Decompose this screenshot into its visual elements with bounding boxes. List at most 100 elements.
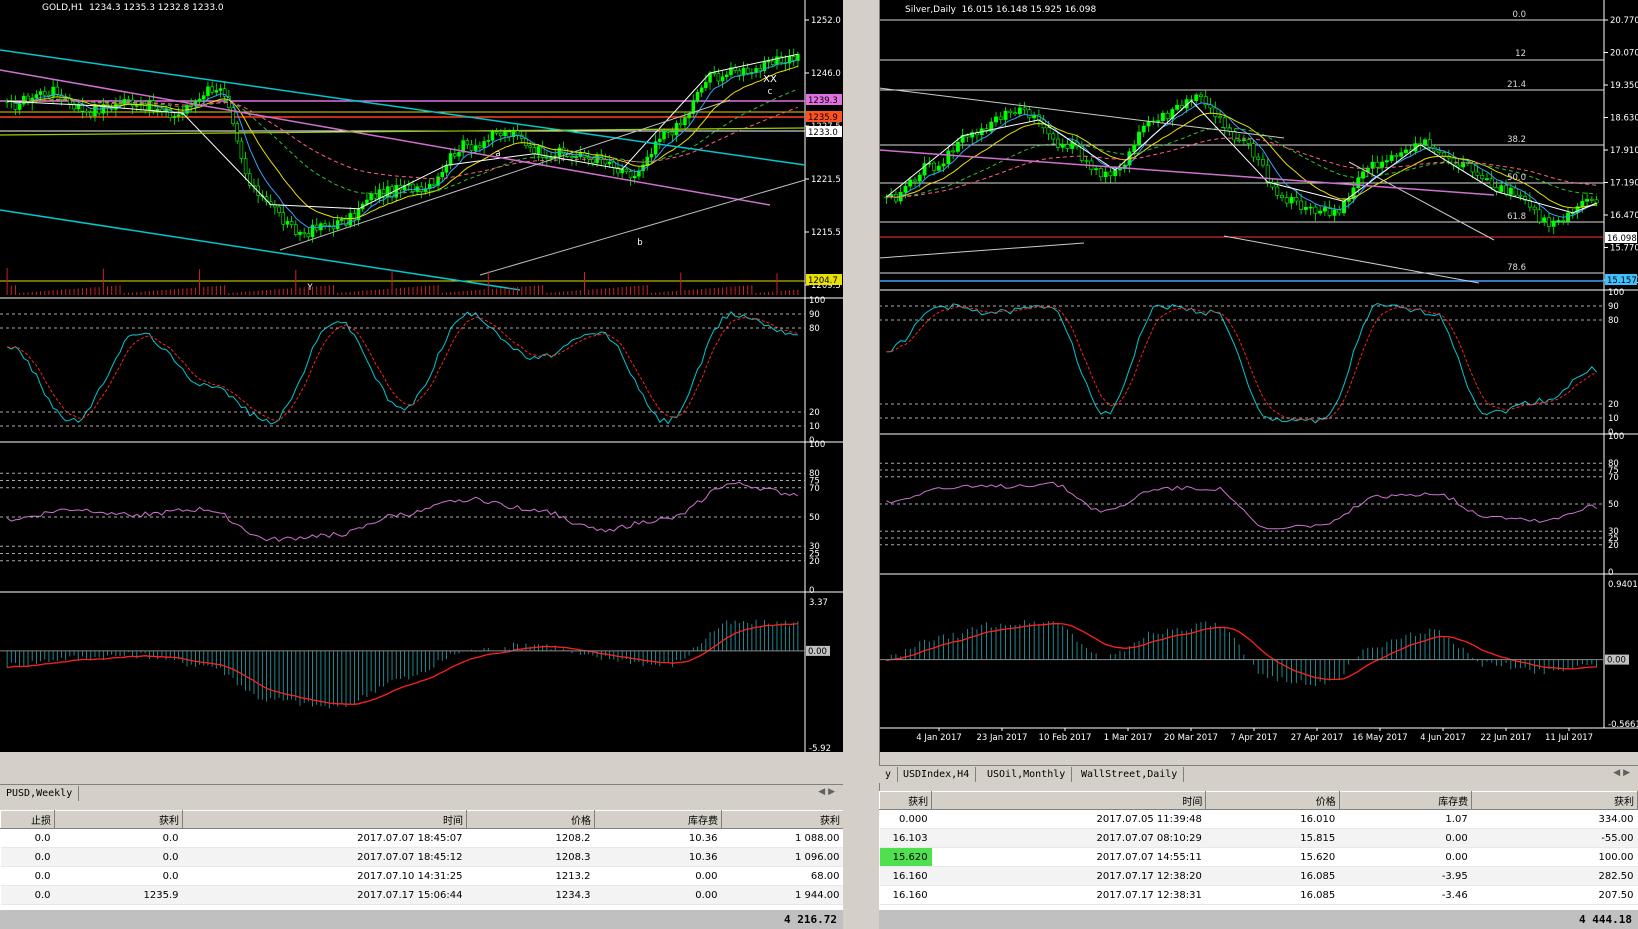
- fib-label: 0.0: [1512, 10, 1526, 20]
- candle: [482, 141, 486, 148]
- candle: [126, 99, 131, 101]
- candle: [1046, 127, 1051, 135]
- candle: [503, 131, 507, 136]
- candle: [1399, 152, 1404, 157]
- col-time[interactable]: 时间: [931, 791, 1207, 810]
- candle: [1237, 139, 1242, 142]
- tab-usdindex-h4[interactable]: USDIndex,H4: [897, 767, 977, 782]
- candle: [1370, 161, 1375, 169]
- tab-pusd-weekly[interactable]: PUSD,Weekly: [0, 786, 80, 801]
- candle: [1532, 206, 1537, 211]
- col-takeprofit[interactable]: 获利: [879, 791, 933, 810]
- price-tick-label: 20.070: [1610, 49, 1638, 59]
- candle: [285, 221, 290, 225]
- trend-line: [1223, 235, 1480, 284]
- candle: [1303, 207, 1308, 210]
- col-takeprofit[interactable]: 获利: [54, 810, 183, 829]
- candle: [771, 60, 775, 65]
- table-cell: 10.36: [594, 847, 722, 867]
- table-row[interactable]: 0.000 2017.07.05 11:39:48 16.010 1.07 334.00: [879, 809, 1638, 829]
- candle: [1103, 171, 1108, 178]
- price-tick-label: 16.470: [1610, 211, 1638, 221]
- table-row[interactable]: 0.0 1235.9 2017.07.17 15:06:44 1234.3 0.00 1 …: [0, 885, 843, 905]
- table-cell: 16.160: [879, 866, 932, 886]
- price-tick-label: 20.770: [1610, 16, 1638, 26]
- time-axis-label: 27 Apr 2017: [1291, 733, 1344, 743]
- time-axis-label: 20 Mar 2017: [1164, 733, 1218, 743]
- table-row[interactable]: 16.160 2017.07.17 12:38:31 16.085 -3.46 207.…: [879, 885, 1638, 905]
- table-cell: 0.000: [879, 809, 932, 829]
- tab-scroll-arrows-right[interactable]: ◀ ▶: [1613, 768, 1630, 778]
- table-row[interactable]: 0.0 0.0 2017.07.10 14:31:25 1213.2 0.00 68.00: [0, 866, 843, 886]
- candle: [1470, 163, 1475, 173]
- table-cell: 0.00: [1339, 828, 1472, 848]
- col-profit[interactable]: 获利: [1471, 791, 1638, 810]
- candle: [444, 164, 449, 173]
- col-profit[interactable]: 获利: [721, 810, 843, 829]
- table-cell: 334.00: [1471, 809, 1638, 829]
- candle: [1518, 194, 1523, 197]
- col-swap[interactable]: 库存费: [1338, 791, 1473, 810]
- silver-chart-title: Silver,Daily 16.015 16.148 15.925 16.098: [905, 5, 1097, 15]
- candle: [348, 213, 352, 226]
- tab-partial[interactable]: y: [879, 767, 899, 782]
- candle: [1389, 155, 1394, 161]
- table-row[interactable]: 0.0 0.0 2017.07.07 18:45:07 1208.2 10.36 1 08…: [0, 828, 843, 848]
- tab-wallstreet-daily[interactable]: WallStreet,Daily: [1075, 767, 1185, 782]
- candle: [214, 90, 219, 93]
- table-row[interactable]: 16.160 2017.07.17 12:38:20 16.085 -3.95 282.…: [879, 866, 1638, 886]
- time-axis-label: 4 Jun 2017: [1420, 733, 1466, 743]
- macd-tick-label: 0.00: [1607, 656, 1626, 666]
- table-cell: 0.0: [0, 847, 55, 867]
- candle: [38, 91, 43, 95]
- candle: [1589, 199, 1594, 201]
- table-cell: 16.160: [879, 885, 932, 905]
- col-time[interactable]: 时间: [182, 810, 467, 829]
- candle: [951, 150, 956, 153]
- candle: [1380, 161, 1385, 168]
- tab-usoil-monthly[interactable]: USOil,Monthly: [981, 767, 1073, 782]
- table-cell: 0.0: [0, 828, 55, 848]
- table-row[interactable]: 0.0 0.0 2017.07.07 18:45:12 1208.3 10.36 1 09…: [0, 847, 843, 867]
- candle: [1508, 187, 1513, 195]
- split-divider[interactable]: [843, 0, 879, 929]
- candle: [1146, 120, 1151, 127]
- col-swap[interactable]: 库存费: [594, 810, 722, 829]
- price-marker-label: 16.098: [1607, 234, 1637, 244]
- fib-label: 61.8: [1507, 212, 1526, 222]
- table-cell: 2017.07.17 15:06:44: [182, 885, 467, 905]
- candle: [340, 218, 344, 221]
- candle: [1156, 120, 1161, 122]
- candle: [532, 147, 537, 154]
- trend-line: [879, 242, 1085, 259]
- table-row[interactable]: 16.103 2017.07.07 08:10:29 15.815 0.00 -55.0…: [879, 828, 1638, 848]
- candle: [1094, 168, 1099, 171]
- table-cell: 1 944.00: [721, 885, 843, 905]
- candle: [1556, 220, 1561, 222]
- tab-scroll-arrows[interactable]: ◀ ▶: [818, 787, 835, 797]
- candle: [515, 130, 520, 136]
- gold-chart-canvas[interactable]: 1252.01246.01227.51221.51215.51209.51239…: [0, 0, 843, 752]
- candle: [1294, 197, 1299, 202]
- table-cell: 100.00: [1471, 847, 1638, 867]
- silver-chart-window[interactable]: 20.770 20.070 19.350 18.630 17.910 17.190 16.4…: [879, 0, 1638, 752]
- col-stoploss[interactable]: 止损: [0, 810, 55, 829]
- candle: [1256, 156, 1261, 160]
- candle: [172, 116, 177, 118]
- candle: [93, 105, 97, 117]
- col-price[interactable]: 价格: [466, 810, 595, 829]
- gold-chart-window[interactable]: 1252.01246.01227.51221.51215.51209.51239…: [0, 0, 843, 752]
- rsi-tick-label: 70: [809, 484, 820, 494]
- candle: [1218, 116, 1223, 119]
- price-tick-label: 18.630: [1610, 114, 1638, 124]
- candle: [658, 138, 662, 142]
- ma-blue: [886, 102, 1597, 218]
- col-price[interactable]: 价格: [1205, 791, 1340, 810]
- candle: [1356, 177, 1361, 189]
- candle: [1265, 164, 1270, 183]
- candle: [1585, 199, 1590, 202]
- time-axis-label: 1 Mar 2017: [1104, 733, 1152, 743]
- table-row[interactable]: 15.620 2017.07.07 14:55:11 15.620 0.00 100.0…: [879, 847, 1638, 867]
- silver-chart-canvas[interactable]: 20.770 20.070 19.350 18.630 17.910 17.190 16.4…: [879, 0, 1638, 752]
- candle: [490, 131, 495, 141]
